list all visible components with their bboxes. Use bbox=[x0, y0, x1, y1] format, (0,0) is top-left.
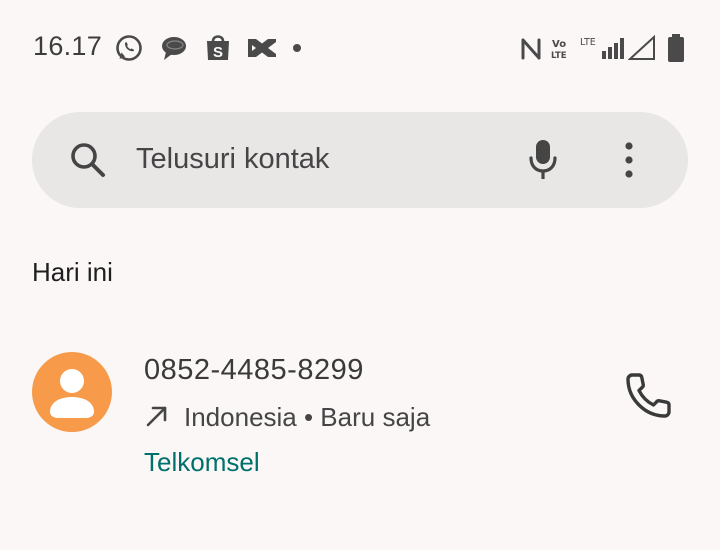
call-meta: Indonesia • Baru saja bbox=[144, 402, 430, 433]
call-carrier: Telkomsel bbox=[144, 447, 260, 477]
status-bar: 16.17 S Vo LTE LTE bbox=[0, 0, 720, 96]
call-meta-text: Indonesia • Baru saja bbox=[184, 402, 431, 432]
svg-text:Vo: Vo bbox=[552, 39, 566, 50]
capcut-icon bbox=[248, 39, 276, 57]
person-icon bbox=[50, 369, 94, 418]
status-time: 16.17 bbox=[33, 31, 103, 61]
call-log-item[interactable]: 0852-4485-8299 Indonesia • Baru saja Tel… bbox=[0, 330, 720, 500]
search-contacts-bar[interactable]: Telusuri kontak bbox=[32, 112, 688, 208]
nfc-icon bbox=[521, 38, 541, 60]
call-number: 0852-4485-8299 bbox=[144, 354, 364, 386]
whatsapp-icon bbox=[116, 35, 142, 61]
battery-icon bbox=[668, 34, 684, 62]
phone-call-icon[interactable] bbox=[618, 366, 678, 426]
microphone-icon[interactable] bbox=[528, 138, 558, 182]
chat-bubble-icon bbox=[162, 37, 186, 60]
svg-text:LTE: LTE bbox=[580, 37, 596, 48]
shopee-bag-icon: S bbox=[207, 35, 229, 61]
volte-icon: Vo LTE bbox=[551, 39, 567, 61]
search-input[interactable]: Telusuri kontak bbox=[136, 143, 329, 176]
svg-text:LTE: LTE bbox=[551, 51, 567, 61]
phone-screen: 16.17 S Vo LTE LTE Telusuri kontak Hari … bbox=[0, 0, 720, 550]
signal-empty-icon bbox=[628, 35, 655, 60]
more-options-icon[interactable] bbox=[622, 140, 636, 180]
outgoing-call-arrow-icon bbox=[146, 406, 167, 427]
lte-signal-icon: LTE bbox=[580, 37, 624, 59]
section-header-today: Hari ini bbox=[32, 257, 113, 287]
more-notifications-dot-icon bbox=[293, 44, 301, 52]
svg-text:S: S bbox=[213, 44, 223, 61]
search-icon[interactable] bbox=[68, 140, 108, 180]
avatar[interactable] bbox=[32, 352, 112, 432]
